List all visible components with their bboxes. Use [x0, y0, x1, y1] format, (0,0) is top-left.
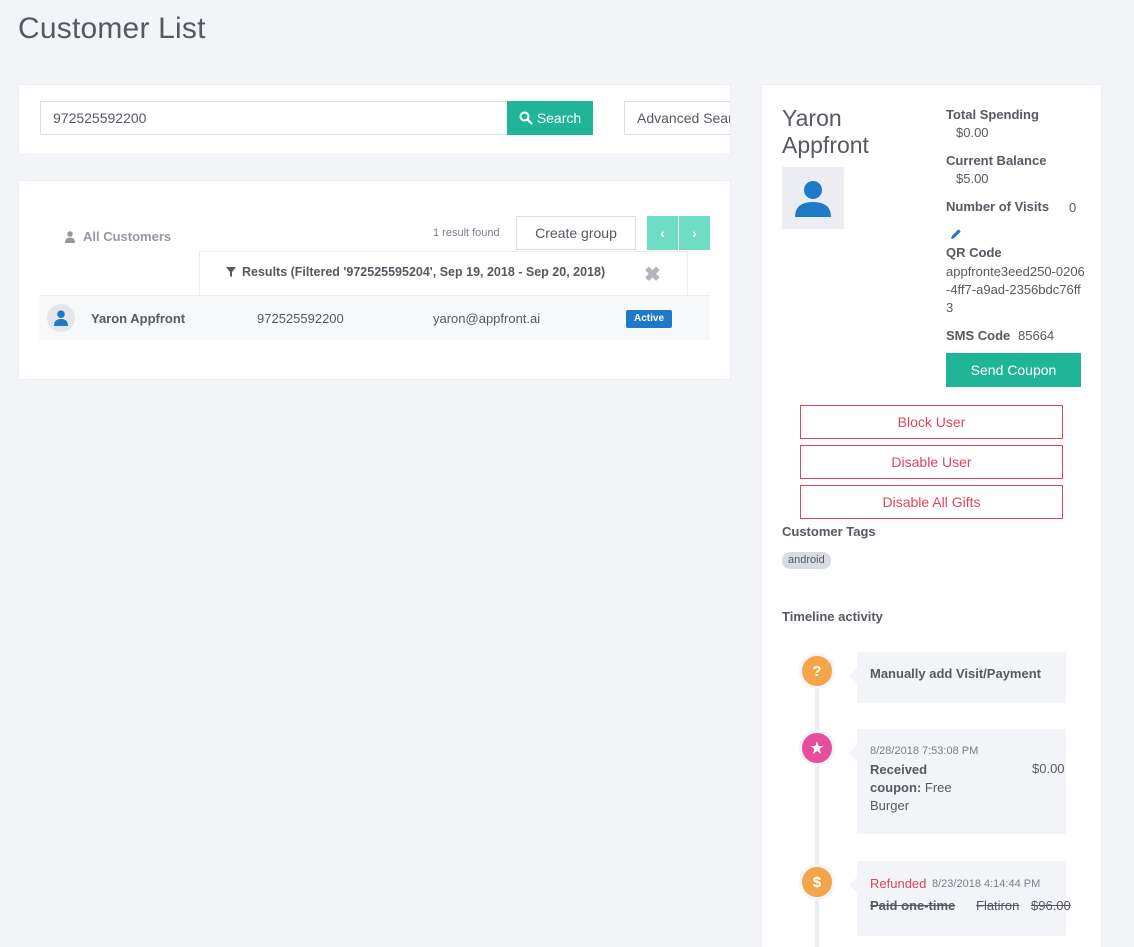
table-row[interactable]: Yaron Appfront 972525592200 yaron@appfro… [39, 296, 710, 340]
timeline-item: Manually add Visit/Payment [849, 652, 1066, 703]
send-coupon-button[interactable]: Send Coupon [946, 353, 1081, 387]
customer-detail-panel: Yaron Appfront Total Spending $0.00 Curr… [761, 84, 1102, 947]
customer-email: yaron@appfront.ai [433, 311, 541, 326]
disable-all-gifts-button[interactable]: Disable All Gifts [800, 485, 1063, 519]
user-icon [65, 230, 75, 243]
timeline-item-time: 8/23/2018 4:14:44 PM [932, 878, 1041, 890]
customer-tags-label: Customer Tags [782, 524, 876, 539]
customer-list-panel: All Customers 1 result found Create grou… [18, 180, 731, 380]
total-spending-label: Total Spending [946, 107, 1039, 122]
timeline-label: Timeline activity [782, 609, 883, 624]
qr-code-label: QR Code [946, 245, 1002, 260]
filter-icon [226, 267, 236, 277]
search-button[interactable]: Search [507, 101, 593, 135]
sms-code-label: SMS Code [946, 328, 1011, 343]
status-badge: Active [626, 310, 673, 328]
avatar [782, 167, 844, 229]
create-group-button[interactable]: Create group [516, 216, 636, 250]
timeline-item-amount: $96.00 [1031, 898, 1071, 913]
user-icon [795, 181, 831, 217]
prev-page-button[interactable]: ‹ [647, 216, 678, 250]
avatar [47, 304, 75, 332]
filter-text: Results (Filtered '972525595204', Sep 19… [242, 265, 606, 279]
timeline-item-title: Manually add Visit/Payment [870, 666, 1041, 681]
search-input[interactable] [40, 101, 507, 135]
customer-detail-name: Yaron Appfront [782, 105, 869, 158]
customer-name[interactable]: Yaron Appfront [91, 311, 185, 326]
result-count: 1 result found [433, 227, 500, 239]
advanced-search-button[interactable]: Advanced Search [624, 101, 730, 135]
disable-user-button[interactable]: Disable User [800, 445, 1063, 479]
page-title: Customer List [18, 12, 206, 45]
total-spending-value: $0.00 [956, 125, 989, 140]
timeline-item-location: Flatiron [976, 898, 1020, 913]
customer-phone: 972525592200 [257, 311, 344, 326]
all-customers-tab[interactable]: All Customers [65, 229, 171, 244]
filter-results-tab[interactable]: Results (Filtered '972525595204', Sep 19… [199, 251, 688, 296]
qr-code-value: appfronte3eed250-0206-4ff7-a9ad-2356bdc7… [946, 264, 1085, 315]
timeline-item: Refunded 8/23/2018 4:14:44 PM Paid one-t… [849, 861, 1071, 936]
timeline-item-type: Paid one-time [870, 898, 956, 913]
current-balance-label: Current Balance [946, 153, 1047, 168]
all-customers-label: All Customers [83, 229, 172, 244]
timeline-item: 8/28/2018 7:53:08 PM Received coupon: Fr… [849, 729, 1066, 834]
visits-value: 0 [1069, 200, 1077, 215]
next-page-button[interactable]: › [679, 216, 710, 250]
dollar-icon: $ [799, 864, 835, 900]
search-icon [519, 111, 533, 125]
question-icon: ? [799, 653, 835, 689]
timeline-item-status: Refunded [870, 876, 927, 891]
block-user-button[interactable]: Block User [800, 405, 1063, 439]
filter-label: Results (Filtered '972525595204', Sep 19… [226, 265, 605, 279]
timeline-item-amount: $0.00 [1032, 761, 1065, 776]
timeline-item-description-bold: Received coupon: [870, 762, 928, 795]
tag-badge[interactable]: android [782, 552, 831, 569]
search-button-label: Search [536, 110, 582, 126]
user-icon [54, 310, 68, 326]
close-icon[interactable]: ✖ [644, 262, 661, 287]
current-balance-value: $5.00 [956, 171, 989, 186]
timeline-line [815, 670, 819, 947]
timeline-item-description: Received coupon: Free Burger [870, 761, 980, 815]
timeline-item-time: 8/28/2018 7:53:08 PM [870, 745, 979, 757]
search-panel: Search Advanced Search [18, 84, 731, 155]
pencil-icon[interactable] [950, 228, 962, 240]
sms-code-value: 85664 [1018, 328, 1055, 343]
visits-label: Number of Visits [946, 199, 1050, 214]
star-icon: ★ [799, 730, 835, 766]
